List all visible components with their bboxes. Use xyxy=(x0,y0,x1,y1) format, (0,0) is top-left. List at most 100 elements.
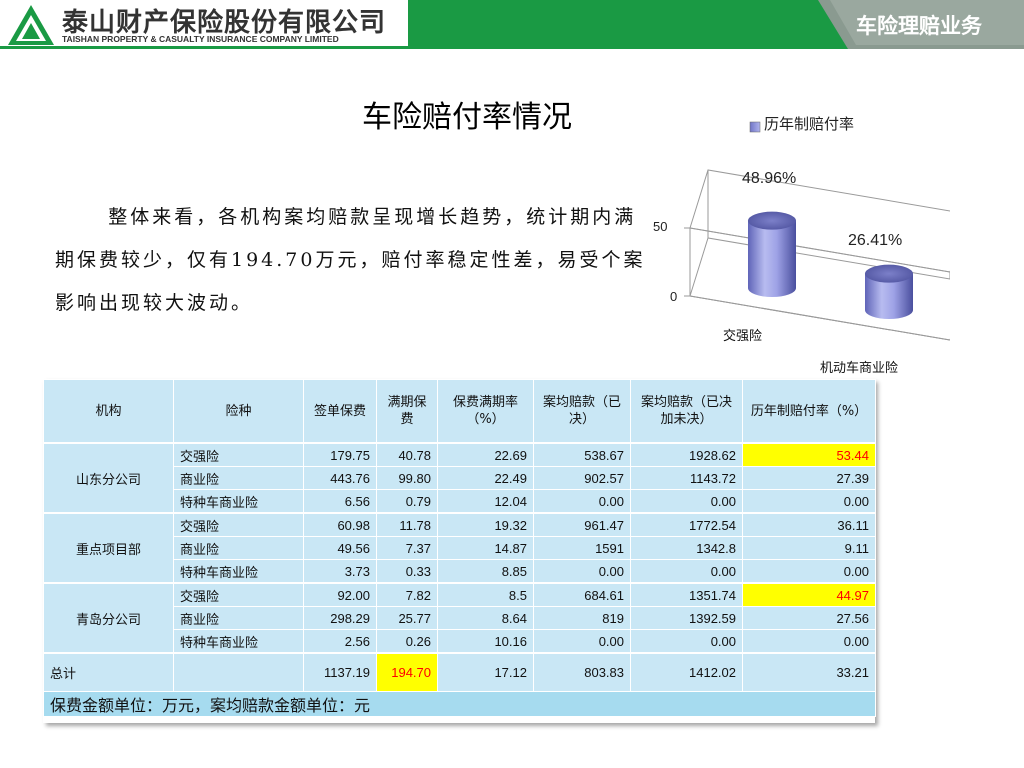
value-cell: 3.73 xyxy=(303,559,377,584)
value-cell: 44.97 xyxy=(742,582,876,607)
value-cell: 0.00 xyxy=(533,489,631,514)
type-cell: 商业险 xyxy=(173,466,304,490)
total-row: 总计 1137.19 194.70 17.12 803.83 1412.02 33.21 xyxy=(43,652,876,692)
value-cell: 14.87 xyxy=(437,536,534,560)
value-cell: 9.11 xyxy=(742,536,876,560)
total-label: 总计 xyxy=(43,652,174,692)
section-tab-label: 车险理赔业务 xyxy=(856,14,982,38)
value-cell: 7.37 xyxy=(376,536,438,560)
page-header: 泰山财产保险股份有限公司 TAISHAN PROPERTY & CASUALTY… xyxy=(0,0,1024,49)
org-cell: 青岛分公司 xyxy=(43,582,174,654)
data-label-0: 48.96% xyxy=(742,170,797,187)
type-cell: 交强险 xyxy=(173,442,304,467)
value-cell: 8.5 xyxy=(437,582,534,607)
page-title: 车险赔付率情况 xyxy=(362,100,572,135)
org-cell: 重点项目部 xyxy=(43,512,174,584)
value-cell: 1772.54 xyxy=(630,512,743,537)
chart-frame xyxy=(684,169,950,341)
table-row: 青岛分公司 交强险 92.00 7.82 8.5 684.61 1351.74 44.97 xyxy=(43,582,876,654)
value-cell: 0.33 xyxy=(376,559,438,584)
value-cell: 1351.74 xyxy=(630,582,743,607)
summary-text: 整体来看，各机构案均赔款呈现增长趋势，统计期内满期保费较少，仅有194.70万元… xyxy=(55,206,646,314)
header-loss-ratio: 历年制赔付率（%） xyxy=(742,379,876,444)
header-earned-rate: 保费满期率（%） xyxy=(437,379,534,444)
value-cell: 7.82 xyxy=(376,582,438,607)
org-cell: 山东分公司 xyxy=(43,442,174,514)
value-cell: 11.78 xyxy=(376,512,438,537)
value-cell: 60.98 xyxy=(303,512,377,537)
type-cell: 商业险 xyxy=(173,536,304,560)
value-cell: 40.78 xyxy=(376,442,438,467)
total-value xyxy=(173,652,304,692)
value-cell: 0.00 xyxy=(630,489,743,514)
value-cell: 1143.72 xyxy=(630,466,743,490)
header-org: 机构 xyxy=(43,379,174,444)
bar-0 xyxy=(748,211,796,297)
logo-area: 泰山财产保险股份有限公司 TAISHAN PROPERTY & CASUALTY… xyxy=(0,0,408,49)
legend-marker xyxy=(749,121,761,133)
header-avg-claim-settled: 案均赔款（已决） xyxy=(533,379,631,444)
category-label-1: 机动车商业险 xyxy=(820,361,899,376)
value-cell: 36.11 xyxy=(742,512,876,537)
value-cell: 2.56 xyxy=(303,629,377,654)
value-cell: 27.56 xyxy=(742,606,876,630)
value-cell: 1342.8 xyxy=(630,536,743,560)
type-cell: 特种车商业险 xyxy=(173,629,304,654)
value-cell: 6.56 xyxy=(303,489,377,514)
value-cell: 19.32 xyxy=(437,512,534,537)
value-cell: 443.76 xyxy=(303,466,377,490)
value-cell: 22.69 xyxy=(437,442,534,467)
value-cell: 684.61 xyxy=(533,582,631,607)
value-cell: 92.00 xyxy=(303,582,377,607)
mountain-logo-icon xyxy=(8,5,54,45)
value-cell: 99.80 xyxy=(376,466,438,490)
y-tick-50: 50 xyxy=(653,219,668,234)
value-cell: 179.75 xyxy=(303,442,377,467)
value-cell: 22.49 xyxy=(437,466,534,490)
value-cell: 0.26 xyxy=(376,629,438,654)
footnote: 保费金额单位：万元，案均赔款金额单位：元 xyxy=(43,691,876,717)
value-cell: 0.00 xyxy=(533,559,631,584)
footnote-row: 保费金额单位：万元，案均赔款金额单位：元 xyxy=(43,691,876,717)
value-cell: 902.57 xyxy=(533,466,631,490)
bar-1 xyxy=(865,264,913,319)
value-cell: 49.56 xyxy=(303,536,377,560)
header-earned-premium: 满期保费 xyxy=(376,379,438,444)
value-cell: 53.44 xyxy=(742,442,876,467)
summary-paragraph: 整体来看，各机构案均赔款呈现增长趋势，统计期内满期保费较少，仅有194.70万元… xyxy=(55,196,655,325)
value-cell: 0.00 xyxy=(533,629,631,654)
loss-ratio-table: 机构 险种 签单保费 满期保费 保费满期率（%） 案均赔款（已决） 案均赔款（已… xyxy=(43,379,876,717)
data-label-1: 26.41% xyxy=(848,232,903,249)
value-cell: 1392.59 xyxy=(630,606,743,630)
loss-ratio-table-wrap: 机构 险种 签单保费 满期保费 保费满期率（%） 案均赔款（已决） 案均赔款（已… xyxy=(43,379,876,723)
total-value: 194.70 xyxy=(376,652,438,692)
total-value: 803.83 xyxy=(533,652,631,692)
value-cell: 10.16 xyxy=(437,629,534,654)
chart-legend-label: 历年制赔付率 xyxy=(764,115,855,133)
value-cell: 0.00 xyxy=(742,559,876,584)
company-name-en: TAISHAN PROPERTY & CASUALTY INSURANCE CO… xyxy=(62,34,339,44)
category-label-0: 交强险 xyxy=(723,329,763,344)
type-cell: 特种车商业险 xyxy=(173,559,304,584)
header-written-premium: 签单保费 xyxy=(303,379,377,444)
type-cell: 交强险 xyxy=(173,512,304,537)
total-value: 1137.19 xyxy=(303,652,377,692)
total-value: 17.12 xyxy=(437,652,534,692)
table-row: 重点项目部 交强险 60.98 11.78 19.32 961.47 1772.54 36.1… xyxy=(43,512,876,584)
value-cell: 0.00 xyxy=(630,629,743,654)
y-tick-0: 0 xyxy=(670,289,678,304)
header-type: 险种 xyxy=(173,379,304,444)
header-underline xyxy=(0,46,408,49)
value-cell: 0.79 xyxy=(376,489,438,514)
value-cell: 538.67 xyxy=(533,442,631,467)
value-cell: 1928.62 xyxy=(630,442,743,467)
value-cell: 12.04 xyxy=(437,489,534,514)
table-header-row: 机构 险种 签单保费 满期保费 保费满期率（%） 案均赔款（已决） 案均赔款（已… xyxy=(43,379,876,444)
value-cell: 25.77 xyxy=(376,606,438,630)
value-cell: 8.64 xyxy=(437,606,534,630)
value-cell: 0.00 xyxy=(630,559,743,584)
value-cell: 0.00 xyxy=(742,489,876,514)
type-cell: 特种车商业险 xyxy=(173,489,304,514)
loss-ratio-chart: 历年制赔付率 48.96% 26.41% 50 0 交强险 机动车商业险 xyxy=(650,106,950,378)
total-value: 1412.02 xyxy=(630,652,743,692)
